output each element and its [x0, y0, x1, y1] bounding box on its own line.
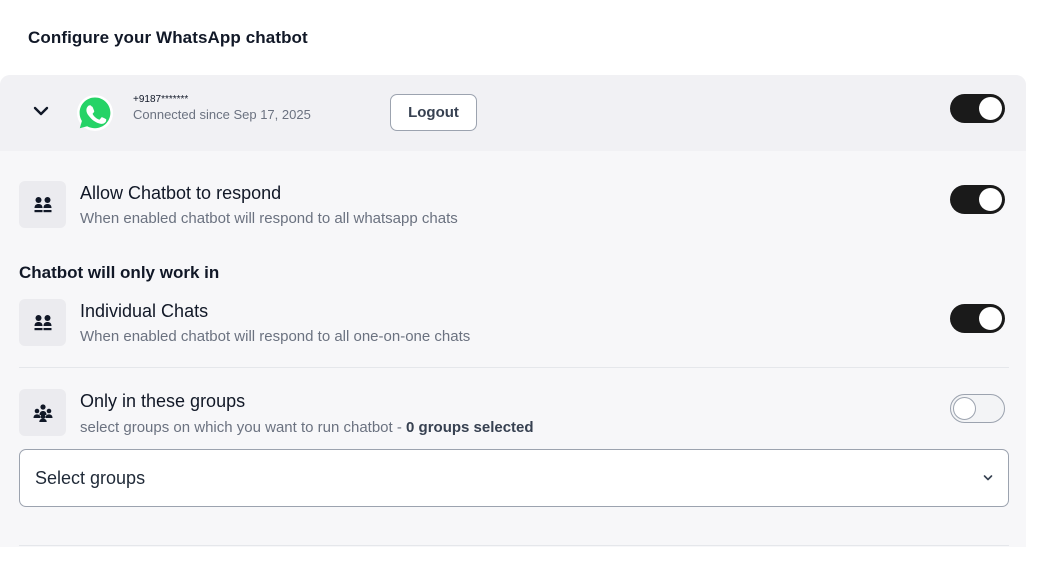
logout-button[interactable]: Logout	[390, 94, 477, 131]
allow-chatbot-title: Allow Chatbot to respond	[80, 183, 282, 203]
groups-title: Only in these groups	[80, 391, 246, 411]
toggle-knob	[979, 188, 1002, 211]
individual-chats-title: Individual Chats	[80, 301, 209, 321]
toggle-knob	[953, 396, 976, 420]
chat-users-icon	[19, 299, 66, 346]
select-groups-placeholder: Select groups	[35, 468, 146, 488]
whatsapp-account-header: +9187******* Connected since Sep 17, 202…	[0, 75, 1026, 151]
groups-selected-count: 0 groups selected	[406, 419, 534, 436]
groups-toggle[interactable]	[950, 394, 1005, 423]
group-users-icon	[19, 389, 66, 436]
divider	[19, 367, 1009, 368]
toggle-knob	[979, 97, 1002, 120]
chat-users-icon-graphic	[34, 314, 51, 330]
individual-chats-toggle[interactable]	[950, 304, 1005, 333]
chat-users-icon-graphic	[34, 196, 51, 212]
connected-since-text: Connected since Sep 17, 2025	[133, 107, 311, 122]
section-heading-work-in: Chatbot will only work in	[19, 263, 220, 282]
chevron-down-icon	[983, 475, 993, 481]
chat-users-icon	[19, 181, 66, 228]
individual-chats-description: When enabled chatbot will respond to all…	[80, 328, 471, 345]
toggle-knob	[979, 307, 1002, 330]
page-title: Configure your WhatsApp chatbot	[28, 28, 308, 47]
account-phone-number: +9187*******	[133, 94, 189, 105]
groups-description: select groups on which you want to run c…	[80, 419, 534, 436]
chevron-down-icon[interactable]	[30, 103, 52, 121]
chatbot-config-panel: +9187******* Connected since Sep 17, 202…	[0, 75, 1026, 547]
groups-description-text: select groups on which you want to run c…	[80, 419, 407, 436]
allow-chatbot-description: When enabled chatbot will respond to all…	[80, 210, 458, 227]
group-users-icon-graphic	[33, 403, 52, 422]
divider	[19, 545, 1009, 546]
allow-chatbot-toggle[interactable]	[950, 185, 1005, 214]
account-enabled-toggle[interactable]	[950, 94, 1005, 123]
select-groups-dropdown[interactable]: Select groups	[19, 449, 1009, 507]
whatsapp-logo-icon	[77, 95, 113, 131]
